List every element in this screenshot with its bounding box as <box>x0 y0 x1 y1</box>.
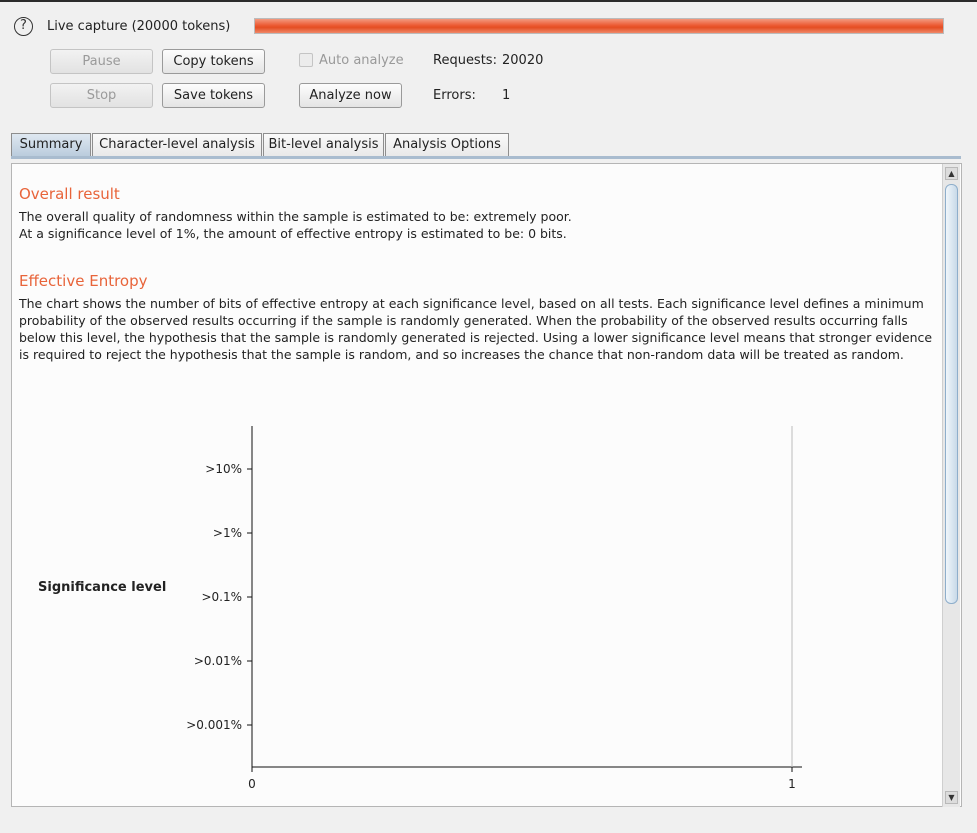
y-tick-label: >1% <box>213 526 242 540</box>
capture-title: Live capture (20000 tokens) <box>47 19 231 34</box>
scroll-thumb[interactable] <box>945 184 958 604</box>
window-top-border <box>0 0 977 2</box>
capture-progress-bar <box>254 18 944 34</box>
y-tick-label: >0.001% <box>186 718 242 732</box>
tab-character-level-analysis[interactable]: Character-level analysis <box>92 133 262 157</box>
overall-result-title: Overall result <box>19 185 120 203</box>
effective-entropy-chart: Significance level >10% >1% >0.1% >0.01% >0.… <box>38 426 802 791</box>
analyze-now-button[interactable]: Analyze now <box>299 83 402 108</box>
tab-underline <box>11 156 961 159</box>
requests-value: 20020 <box>502 53 544 68</box>
effective-entropy-title: Effective Entropy <box>19 272 148 290</box>
overall-result-line1: The overall quality of randomness within… <box>19 209 572 224</box>
y-tick-label: >0.01% <box>194 654 242 668</box>
tab-analysis-options[interactable]: Analysis Options <box>385 133 509 157</box>
vertical-scrollbar[interactable]: ▲ ▼ <box>942 164 960 807</box>
summary-panel: Overall result The overall quality of ra… <box>11 163 962 807</box>
y-tick-label: >10% <box>205 462 242 476</box>
effective-entropy-description: The chart shows the number of bits of ef… <box>19 296 933 362</box>
x-tick-label: 0 <box>248 777 256 791</box>
errors-value: 1 <box>502 88 511 103</box>
question-circle-icon[interactable]: ? <box>14 17 33 36</box>
tab-summary[interactable]: Summary <box>11 133 91 157</box>
chart-y-axis-label: Significance level <box>38 580 166 595</box>
auto-analyze-checkbox[interactable] <box>299 53 313 67</box>
auto-analyze-label: Auto analyze <box>319 53 404 68</box>
y-tick-label: >0.1% <box>201 590 242 604</box>
scroll-down-arrow-icon[interactable]: ▼ <box>945 791 958 804</box>
scroll-up-arrow-icon[interactable]: ▲ <box>945 167 958 180</box>
stop-button[interactable]: Stop <box>50 83 153 108</box>
progress-fill <box>255 19 943 33</box>
x-tick-label: 1 <box>788 777 796 791</box>
overall-result-line2: At a significance level of 1%, the amoun… <box>19 226 567 241</box>
copy-tokens-button[interactable]: Copy tokens <box>162 49 265 74</box>
errors-label: Errors: <box>433 88 476 103</box>
pause-button[interactable]: Pause <box>50 49 153 74</box>
requests-label: Requests: <box>433 53 497 68</box>
save-tokens-button[interactable]: Save tokens <box>162 83 265 108</box>
tab-bit-level-analysis[interactable]: Bit-level analysis <box>263 133 384 157</box>
